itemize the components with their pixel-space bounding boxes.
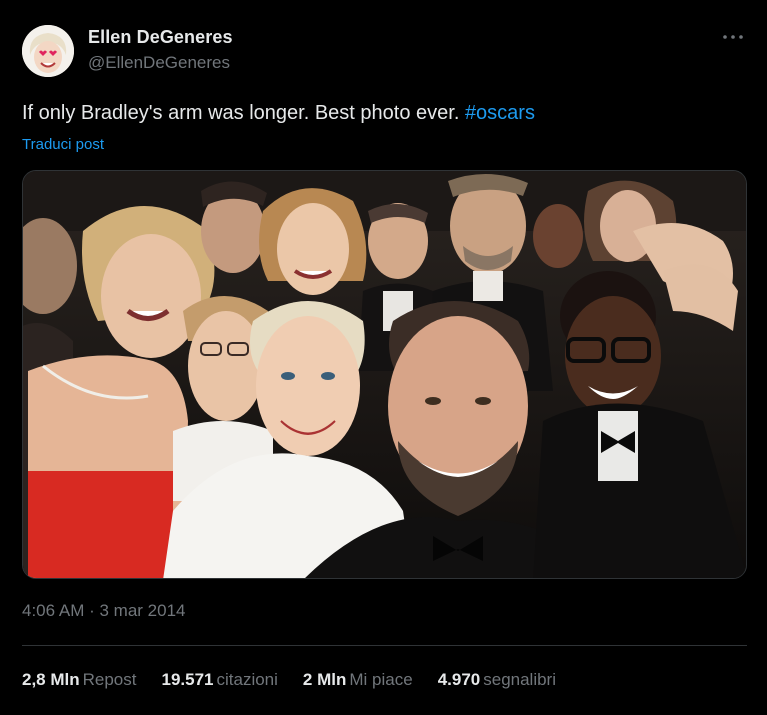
divider <box>22 645 747 646</box>
author-handle[interactable]: @EllenDeGeneres <box>88 53 230 73</box>
stat-quotes[interactable]: 19.571 citazioni <box>162 670 278 690</box>
stat-label: citazioni <box>216 670 278 689</box>
post-text: If only Bradley's arm was longer. Best p… <box>22 102 535 125</box>
stat-value: 4.970 <box>437 670 481 689</box>
stats-bar: 2,8 Mln Repost 19.571 citazioni 2 Mln Mi pi… <box>22 670 581 690</box>
post-timestamp[interactable]: 4:06 AM · 3 mar 2014 <box>22 601 185 621</box>
stat-label: Repost <box>82 670 137 689</box>
post-container: Ellen DeGeneres @EllenDeGeneres If only … <box>0 0 767 715</box>
more-dots-icon <box>723 35 743 39</box>
stat-label: Mi piace <box>349 670 413 689</box>
translate-post-link[interactable]: Traduci post <box>22 136 104 153</box>
group-selfie-photo-icon <box>23 171 746 578</box>
hashtag-link[interactable]: #oscars <box>465 102 535 124</box>
avatar-face-icon <box>22 25 74 77</box>
stat-bookmarks[interactable]: 4.970 segnalibri <box>438 670 556 690</box>
stat-label: segnalibri <box>483 670 556 689</box>
stat-reposts[interactable]: 2,8 Mln Repost <box>22 670 137 690</box>
post-body-text: If only Bradley's arm was longer. Best p… <box>22 102 460 124</box>
avatar[interactable] <box>22 25 74 77</box>
more-options-button[interactable] <box>719 26 747 48</box>
stat-likes[interactable]: 2 Mln Mi piace <box>303 670 413 690</box>
stat-value: 19.571 <box>161 670 214 689</box>
stat-value: 2 Mln <box>302 670 347 689</box>
post-photo[interactable] <box>22 170 747 579</box>
author-name[interactable]: Ellen DeGeneres <box>88 27 233 48</box>
stat-value: 2,8 Mln <box>22 670 80 689</box>
